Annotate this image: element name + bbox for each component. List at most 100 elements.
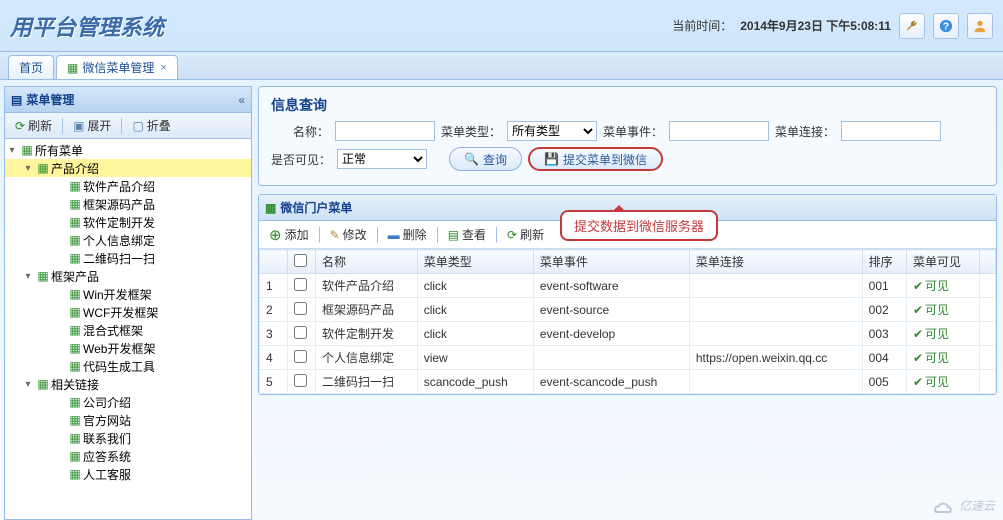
table-row[interactable]: 1软件产品介绍clickevent-software001✔可见 — [260, 274, 996, 298]
delete-button[interactable]: ▬删除 — [382, 224, 433, 245]
tree-label: Win开发框架 — [83, 286, 152, 303]
check-icon: ✔ — [913, 279, 923, 293]
tree-node[interactable]: ▦WCF开发框架 — [5, 303, 251, 321]
check-icon: ✔ — [913, 375, 923, 389]
tree-node[interactable]: ▦联系我们 — [5, 429, 251, 447]
event-input[interactable] — [669, 121, 769, 141]
tree-label: 官方网站 — [83, 412, 131, 429]
check-icon: ✔ — [913, 351, 923, 365]
table-row[interactable]: 4个人信息绑定viewhttps://open.weixin.qq.cc004✔… — [260, 346, 996, 370]
tree-node[interactable]: ▦个人信息绑定 — [5, 231, 251, 249]
grid-icon: ▦ — [67, 197, 83, 211]
tree-node[interactable]: ▦应答系统 — [5, 447, 251, 465]
grid-icon: ▦ — [67, 395, 83, 409]
row-checkbox[interactable] — [294, 326, 307, 339]
type-label: 菜单类型： — [441, 123, 501, 140]
menu-table: 名称 菜单类型 菜单事件 菜单连接 排序 菜单可见 1软件产品介绍clickev… — [259, 249, 996, 394]
link-label: 菜单连接： — [775, 123, 835, 140]
close-icon[interactable]: × — [160, 62, 166, 74]
search-icon: 🔍 — [464, 152, 479, 166]
separator — [62, 118, 63, 134]
tree-label: 所有菜单 — [35, 142, 83, 159]
tree-node[interactable]: ▾▦所有菜单 — [5, 141, 251, 159]
tree-node[interactable]: ▦代码生成工具 — [5, 357, 251, 375]
table-row[interactable]: 5二维码扫一扫scancode_pushevent-scancode_push0… — [260, 370, 996, 394]
tree-label: 相关链接 — [51, 376, 99, 393]
tree-node[interactable]: ▦Web开发框架 — [5, 339, 251, 357]
visible-badge: ✔可见 — [913, 349, 973, 366]
tree-node[interactable]: ▦混合式框架 — [5, 321, 251, 339]
grid-icon: ▦ — [67, 251, 83, 265]
wrench-icon[interactable] — [899, 13, 925, 39]
tree-node[interactable]: ▾▦框架产品 — [5, 267, 251, 285]
grid-icon: ▦ — [67, 467, 83, 481]
query-button[interactable]: 🔍查询 — [449, 147, 522, 171]
tree-node[interactable]: ▦公司介绍 — [5, 393, 251, 411]
help-icon[interactable]: ? — [933, 13, 959, 39]
row-checkbox[interactable] — [294, 350, 307, 363]
tree-node[interactable]: ▾▦产品介绍 — [5, 159, 251, 177]
user-icon[interactable] — [967, 13, 993, 39]
tree-node[interactable]: ▦官方网站 — [5, 411, 251, 429]
tree-label: Web开发框架 — [83, 340, 155, 357]
event-label: 菜单事件： — [603, 123, 663, 140]
search-title: 信息查询 — [271, 95, 984, 115]
time-label: 当前时间： — [672, 17, 732, 34]
tab-home[interactable]: 首页 — [8, 55, 54, 79]
row-checkbox[interactable] — [294, 374, 307, 387]
grid-icon: ▦ — [67, 449, 83, 463]
row-checkbox[interactable] — [294, 278, 307, 291]
grid-refresh-button[interactable]: ⟳刷新 — [501, 224, 550, 245]
tree-label: 混合式框架 — [83, 322, 143, 339]
table-row[interactable]: 3软件定制开发clickevent-develop003✔可见 — [260, 322, 996, 346]
grid-icon: ▦ — [67, 341, 83, 355]
time-value: 2014年9月23日 下午5:08:11 — [740, 17, 891, 34]
tree-node[interactable]: ▦框架源码产品 — [5, 195, 251, 213]
tree-label: 代码生成工具 — [83, 358, 155, 375]
collapse-button[interactable]: ▢折叠 — [126, 115, 176, 136]
tree-node[interactable]: ▦软件定制开发 — [5, 213, 251, 231]
tree-node[interactable]: ▦软件产品介绍 — [5, 177, 251, 195]
type-select[interactable]: 所有类型 — [507, 121, 597, 141]
submit-wechat-button[interactable]: 💾提交菜单到微信 — [528, 147, 663, 171]
visible-badge: ✔可见 — [913, 373, 973, 390]
refresh-button[interactable]: ⟳刷新 — [9, 115, 58, 136]
view-button[interactable]: ▤查看 — [442, 224, 492, 245]
tree-label: 软件产品介绍 — [83, 178, 155, 195]
table-row[interactable]: 2框架源码产品clickevent-source002✔可见 — [260, 298, 996, 322]
link-input[interactable] — [841, 121, 941, 141]
tree-label: 应答系统 — [83, 448, 131, 465]
visible-badge: ✔可见 — [913, 301, 973, 318]
tree-node[interactable]: ▾▦相关链接 — [5, 375, 251, 393]
check-icon: ✔ — [913, 303, 923, 317]
grid-icon: ▦ — [67, 305, 83, 319]
grid-title: 微信门户菜单 — [280, 199, 352, 216]
add-button[interactable]: ⊕添加 — [263, 224, 315, 246]
tree-label: 软件定制开发 — [83, 214, 155, 231]
select-all-checkbox[interactable] — [294, 254, 307, 267]
name-label: 名称： — [271, 123, 329, 140]
svg-text:?: ? — [943, 20, 949, 32]
visible-select[interactable]: 正常 — [337, 149, 427, 169]
tree-node[interactable]: ▦二维码扫一扫 — [5, 249, 251, 267]
expand-button[interactable]: ▣展开 — [67, 115, 117, 136]
name-input[interactable] — [335, 121, 435, 141]
menu-tree[interactable]: ▾▦所有菜单▾▦产品介绍▦软件产品介绍▦框架源码产品▦软件定制开发▦个人信息绑定… — [5, 139, 251, 519]
tree-node[interactable]: ▦Win开发框架 — [5, 285, 251, 303]
grid-icon: ▦ — [35, 269, 51, 283]
grid-icon: ▦ — [265, 201, 276, 215]
tab-wechat-menu[interactable]: ▦ 微信菜单管理 × — [56, 55, 178, 79]
grid-icon: ▦ — [67, 413, 83, 427]
grid-icon: ▦ — [35, 161, 51, 175]
grid-icon: ▦ — [35, 377, 51, 391]
tree-label: WCF开发框架 — [83, 304, 158, 321]
visible-badge: ✔可见 — [913, 277, 973, 294]
row-checkbox[interactable] — [294, 302, 307, 315]
grid-icon: ▦ — [67, 431, 83, 445]
collapse-panel-icon[interactable]: « — [238, 93, 245, 107]
edit-button[interactable]: ✎修改 — [324, 224, 373, 245]
grid-icon: ▦ — [67, 287, 83, 301]
tree-label: 个人信息绑定 — [83, 232, 155, 249]
tree-label: 公司介绍 — [83, 394, 131, 411]
tree-node[interactable]: ▦人工客服 — [5, 465, 251, 483]
